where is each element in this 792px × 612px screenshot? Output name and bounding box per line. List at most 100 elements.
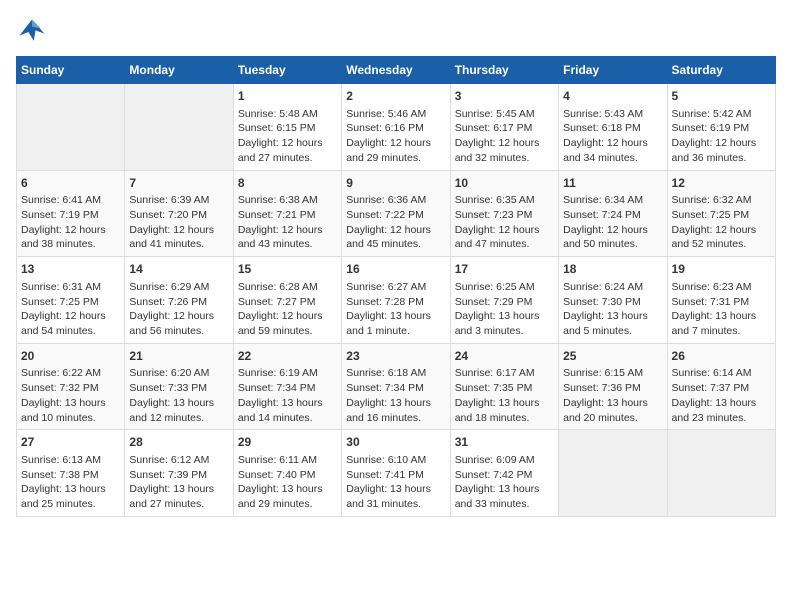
calendar-cell: 4 Sunrise: 5:43 AMSunset: 6:18 PMDaylight… bbox=[559, 84, 667, 171]
day-number: 2 bbox=[346, 88, 445, 105]
calendar-cell: 17 Sunrise: 6:25 AMSunset: 7:29 PMDayligh… bbox=[450, 257, 558, 344]
header-friday: Friday bbox=[559, 57, 667, 84]
calendar-cell: 12Sunrise: 6:32 AMSunset: 7:25 PMDayligh… bbox=[667, 170, 775, 257]
calendar-cell: 23Sunrise: 6:18 AMSunset: 7:34 PMDayligh… bbox=[342, 343, 450, 430]
calendar-cell: 21Sunrise: 6:20 AMSunset: 7:33 PMDayligh… bbox=[125, 343, 233, 430]
logo-bird-icon bbox=[16, 16, 48, 48]
header-sunday: Sunday bbox=[17, 57, 125, 84]
day-info: Sunrise: 6:17 AMSunset: 7:35 PMDaylight:… bbox=[455, 366, 554, 425]
calendar-cell: 13 Sunrise: 6:31 AMSunset: 7:25 PMDayligh… bbox=[17, 257, 125, 344]
day-number: 13 bbox=[21, 261, 120, 278]
calendar-cell bbox=[125, 84, 233, 171]
day-info: Sunrise: 6:09 AMSunset: 7:42 PMDaylight:… bbox=[455, 453, 554, 512]
day-number: 11 bbox=[563, 175, 662, 192]
calendar-cell: 8Sunrise: 6:38 AMSunset: 7:21 PMDaylight… bbox=[233, 170, 341, 257]
calendar-cell: 19Sunrise: 6:23 AMSunset: 7:31 PMDayligh… bbox=[667, 257, 775, 344]
calendar-cell: 14 Sunrise: 6:29 AMSunset: 7:26 PMDayligh… bbox=[125, 257, 233, 344]
day-number: 24 bbox=[455, 348, 554, 365]
day-number: 6 bbox=[21, 175, 120, 192]
calendar-week-row: 13 Sunrise: 6:31 AMSunset: 7:25 PMDayligh… bbox=[17, 257, 776, 344]
day-info: Sunrise: 5:42 AMSunset: 6:19 PMDaylight:… bbox=[672, 107, 771, 166]
day-info: Sunrise: 6:18 AMSunset: 7:34 PMDaylight:… bbox=[346, 366, 445, 425]
header-monday: Monday bbox=[125, 57, 233, 84]
calendar-cell: 22Sunrise: 6:19 AMSunset: 7:34 PMDayligh… bbox=[233, 343, 341, 430]
calendar-cell: 1 Sunrise: 5:48 AMSunset: 6:15 PMDaylight… bbox=[233, 84, 341, 171]
calendar-cell: 31 Sunrise: 6:09 AMSunset: 7:42 PMDayligh… bbox=[450, 430, 558, 517]
calendar-cell: 2 Sunrise: 5:46 AMSunset: 6:16 PMDaylight… bbox=[342, 84, 450, 171]
calendar-cell bbox=[559, 430, 667, 517]
day-number: 27 bbox=[21, 434, 120, 451]
day-number: 10 bbox=[455, 175, 554, 192]
day-number: 14 bbox=[129, 261, 228, 278]
day-number: 16 bbox=[346, 261, 445, 278]
day-number: 20 bbox=[21, 348, 120, 365]
day-number: 15 bbox=[238, 261, 337, 278]
header-thursday: Thursday bbox=[450, 57, 558, 84]
day-info: Sunrise: 6:12 AMSunset: 7:39 PMDaylight:… bbox=[129, 453, 228, 512]
day-info: Sunrise: 6:15 AMSunset: 7:36 PMDaylight:… bbox=[563, 366, 662, 425]
day-number: 19 bbox=[672, 261, 771, 278]
day-info: Sunrise: 6:11 AMSunset: 7:40 PMDaylight:… bbox=[238, 453, 337, 512]
day-info: Sunrise: 6:27 AMSunset: 7:28 PMDaylight:… bbox=[346, 280, 445, 339]
day-info: Sunrise: 6:35 AMSunset: 7:23 PMDaylight:… bbox=[455, 193, 554, 252]
day-info: Sunrise: 6:20 AMSunset: 7:33 PMDaylight:… bbox=[129, 366, 228, 425]
calendar-cell: 27 Sunrise: 6:13 AMSunset: 7:38 PMDayligh… bbox=[17, 430, 125, 517]
day-number: 5 bbox=[672, 88, 771, 105]
calendar-week-row: 6Sunrise: 6:41 AMSunset: 7:19 PMDaylight… bbox=[17, 170, 776, 257]
day-info: Sunrise: 6:24 AMSunset: 7:30 PMDaylight:… bbox=[563, 280, 662, 339]
day-info: Sunrise: 6:25 AMSunset: 7:29 PMDaylight:… bbox=[455, 280, 554, 339]
day-number: 7 bbox=[129, 175, 228, 192]
calendar-cell: 29Sunrise: 6:11 AMSunset: 7:40 PMDayligh… bbox=[233, 430, 341, 517]
day-number: 31 bbox=[455, 434, 554, 451]
day-info: Sunrise: 6:31 AMSunset: 7:25 PMDaylight:… bbox=[21, 280, 120, 339]
day-info: Sunrise: 6:34 AMSunset: 7:24 PMDaylight:… bbox=[563, 193, 662, 252]
day-info: Sunrise: 5:43 AMSunset: 6:18 PMDaylight:… bbox=[563, 107, 662, 166]
calendar-cell: 9Sunrise: 6:36 AMSunset: 7:22 PMDaylight… bbox=[342, 170, 450, 257]
calendar-cell bbox=[17, 84, 125, 171]
day-info: Sunrise: 6:38 AMSunset: 7:21 PMDaylight:… bbox=[238, 193, 337, 252]
calendar-cell: 30 Sunrise: 6:10 AMSunset: 7:41 PMDayligh… bbox=[342, 430, 450, 517]
day-info: Sunrise: 5:46 AMSunset: 6:16 PMDaylight:… bbox=[346, 107, 445, 166]
calendar-cell: 24Sunrise: 6:17 AMSunset: 7:35 PMDayligh… bbox=[450, 343, 558, 430]
calendar-cell: 26Sunrise: 6:14 AMSunset: 7:37 PMDayligh… bbox=[667, 343, 775, 430]
header-saturday: Saturday bbox=[667, 57, 775, 84]
calendar-cell: 15Sunrise: 6:28 AMSunset: 7:27 PMDayligh… bbox=[233, 257, 341, 344]
calendar-cell: 18Sunrise: 6:24 AMSunset: 7:30 PMDayligh… bbox=[559, 257, 667, 344]
day-info: Sunrise: 6:14 AMSunset: 7:37 PMDaylight:… bbox=[672, 366, 771, 425]
calendar-cell: 7Sunrise: 6:39 AMSunset: 7:20 PMDaylight… bbox=[125, 170, 233, 257]
calendar-cell: 16 Sunrise: 6:27 AMSunset: 7:28 PMDayligh… bbox=[342, 257, 450, 344]
day-info: Sunrise: 5:45 AMSunset: 6:17 PMDaylight:… bbox=[455, 107, 554, 166]
calendar-cell: 5 Sunrise: 5:42 AMSunset: 6:19 PMDaylight… bbox=[667, 84, 775, 171]
calendar-cell: 20Sunrise: 6:22 AMSunset: 7:32 PMDayligh… bbox=[17, 343, 125, 430]
calendar-week-row: 20Sunrise: 6:22 AMSunset: 7:32 PMDayligh… bbox=[17, 343, 776, 430]
calendar-week-row: 1 Sunrise: 5:48 AMSunset: 6:15 PMDaylight… bbox=[17, 84, 776, 171]
day-info: Sunrise: 6:10 AMSunset: 7:41 PMDaylight:… bbox=[346, 453, 445, 512]
day-number: 21 bbox=[129, 348, 228, 365]
header-tuesday: Tuesday bbox=[233, 57, 341, 84]
calendar-header-row: SundayMondayTuesdayWednesdayThursdayFrid… bbox=[17, 57, 776, 84]
day-number: 26 bbox=[672, 348, 771, 365]
calendar-cell bbox=[667, 430, 775, 517]
day-number: 22 bbox=[238, 348, 337, 365]
day-number: 4 bbox=[563, 88, 662, 105]
page-header bbox=[16, 16, 776, 48]
day-number: 1 bbox=[238, 88, 337, 105]
day-info: Sunrise: 5:48 AMSunset: 6:15 PMDaylight:… bbox=[238, 107, 337, 166]
day-number: 3 bbox=[455, 88, 554, 105]
day-info: Sunrise: 6:19 AMSunset: 7:34 PMDaylight:… bbox=[238, 366, 337, 425]
calendar-cell: 25Sunrise: 6:15 AMSunset: 7:36 PMDayligh… bbox=[559, 343, 667, 430]
day-number: 17 bbox=[455, 261, 554, 278]
calendar-cell: 6Sunrise: 6:41 AMSunset: 7:19 PMDaylight… bbox=[17, 170, 125, 257]
day-info: Sunrise: 6:22 AMSunset: 7:32 PMDaylight:… bbox=[21, 366, 120, 425]
day-number: 23 bbox=[346, 348, 445, 365]
day-info: Sunrise: 6:36 AMSunset: 7:22 PMDaylight:… bbox=[346, 193, 445, 252]
calendar-cell: 10Sunrise: 6:35 AMSunset: 7:23 PMDayligh… bbox=[450, 170, 558, 257]
header-wednesday: Wednesday bbox=[342, 57, 450, 84]
day-info: Sunrise: 6:29 AMSunset: 7:26 PMDaylight:… bbox=[129, 280, 228, 339]
day-number: 12 bbox=[672, 175, 771, 192]
day-number: 9 bbox=[346, 175, 445, 192]
logo bbox=[16, 16, 52, 48]
day-number: 30 bbox=[346, 434, 445, 451]
calendar-week-row: 27 Sunrise: 6:13 AMSunset: 7:38 PMDayligh… bbox=[17, 430, 776, 517]
day-info: Sunrise: 6:13 AMSunset: 7:38 PMDaylight:… bbox=[21, 453, 120, 512]
